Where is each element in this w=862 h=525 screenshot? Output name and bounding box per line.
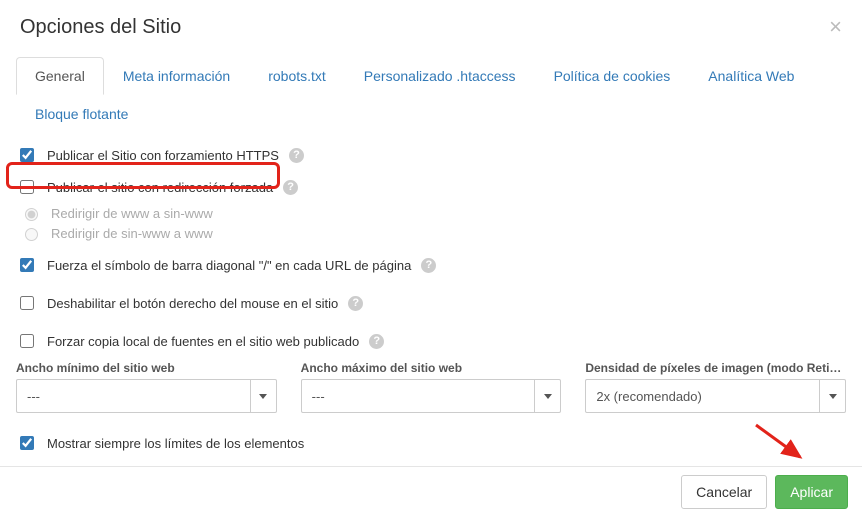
tab-analitica-web[interactable]: Analítica Web bbox=[689, 57, 813, 95]
tabs-bar: General Meta información robots.txt Pers… bbox=[0, 47, 862, 133]
label-show-boundaries: Mostrar siempre los límites de los eleme… bbox=[47, 436, 304, 451]
checkbox-redirect-force[interactable] bbox=[20, 180, 34, 194]
tab-general[interactable]: General bbox=[16, 57, 104, 95]
select-pixel-density[interactable]: 2x (recomendado) bbox=[585, 379, 846, 413]
select-min-width[interactable]: --- bbox=[16, 379, 277, 413]
radio-nonwww-to-www bbox=[25, 228, 38, 241]
checkbox-disable-right-click[interactable] bbox=[20, 296, 34, 310]
label-trailing-slash: Fuerza el símbolo de barra diagonal "/" … bbox=[47, 258, 411, 273]
label-pixel-density: Densidad de píxeles de imagen (modo Reti… bbox=[585, 361, 846, 375]
tab-personalizado-htaccess[interactable]: Personalizado .htaccess bbox=[345, 57, 535, 95]
checkbox-trailing-slash[interactable] bbox=[20, 258, 34, 272]
help-icon[interactable]: ? bbox=[283, 180, 298, 195]
tab-bloque-flotante[interactable]: Bloque flotante bbox=[16, 95, 147, 133]
select-pixel-density-value: 2x (recomendado) bbox=[586, 389, 819, 404]
checkbox-force-local-fonts[interactable] bbox=[20, 334, 34, 348]
radio-www-to-nonwww bbox=[25, 208, 38, 221]
footer-divider bbox=[0, 466, 862, 467]
label-max-width: Ancho máximo del sitio web bbox=[301, 361, 562, 375]
close-icon[interactable]: × bbox=[829, 16, 842, 38]
tab-politica-cookies[interactable]: Política de cookies bbox=[535, 57, 690, 95]
label-min-width: Ancho mínimo del sitio web bbox=[16, 361, 277, 375]
checkbox-show-boundaries[interactable] bbox=[20, 436, 34, 450]
cancel-button[interactable]: Cancelar bbox=[681, 475, 767, 509]
label-www-to-nonwww: Redirigir de www a sin-www bbox=[51, 206, 213, 221]
select-max-width-value: --- bbox=[302, 389, 535, 404]
label-force-local-fonts: Forzar copia local de fuentes en el siti… bbox=[47, 334, 359, 349]
label-nonwww-to-www: Redirigir de sin-www a www bbox=[51, 226, 213, 241]
checkbox-https-force[interactable] bbox=[20, 148, 34, 162]
help-icon[interactable]: ? bbox=[421, 258, 436, 273]
help-icon[interactable]: ? bbox=[348, 296, 363, 311]
label-redirect-force: Publicar el sitio con redirección forzad… bbox=[47, 180, 273, 195]
help-icon[interactable]: ? bbox=[289, 148, 304, 163]
chevron-down-icon bbox=[819, 380, 845, 412]
chevron-down-icon bbox=[250, 380, 276, 412]
help-icon[interactable]: ? bbox=[369, 334, 384, 349]
label-disable-right-click: Deshabilitar el botón derecho del mouse … bbox=[47, 296, 338, 311]
chevron-down-icon bbox=[534, 380, 560, 412]
label-https-force: Publicar el Sitio con forzamiento HTTPS bbox=[47, 148, 279, 163]
select-max-width[interactable]: --- bbox=[301, 379, 562, 413]
apply-button[interactable]: Aplicar bbox=[775, 475, 848, 509]
select-min-width-value: --- bbox=[17, 389, 250, 404]
dialog-title: Opciones del Sitio bbox=[20, 16, 181, 39]
tab-meta-informacion[interactable]: Meta información bbox=[104, 57, 249, 95]
tab-robots-txt[interactable]: robots.txt bbox=[249, 57, 345, 95]
